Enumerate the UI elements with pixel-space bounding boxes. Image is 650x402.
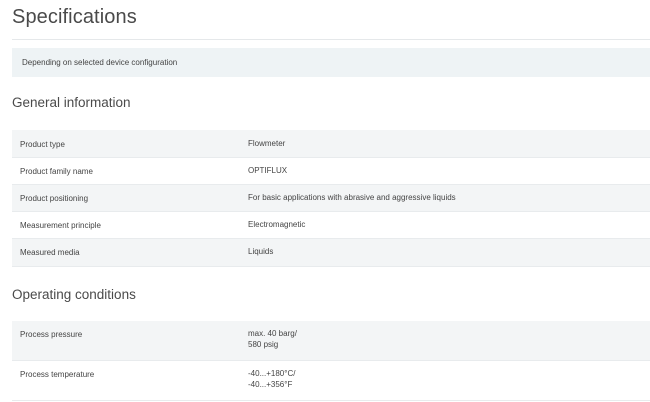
row-value: Flowmeter xyxy=(248,139,286,148)
table-row: Measured media Liquids xyxy=(12,239,650,267)
row-label: Product family name xyxy=(20,167,93,176)
general-information-table: Product type Flowmeter Product family na… xyxy=(12,130,650,267)
table-row: Process temperature -40...+180°C/ -40...… xyxy=(12,361,650,401)
row-label: Product type xyxy=(20,140,65,149)
section-title-operating-conditions: Operating conditions xyxy=(12,287,136,302)
configuration-note: Depending on selected device configurati… xyxy=(12,48,650,77)
row-label: Process pressure xyxy=(20,330,83,339)
operating-conditions-table: Process pressure max. 40 barg/ 580 psig … xyxy=(12,321,650,401)
row-label: Process temperature xyxy=(20,370,95,379)
row-value: Liquids xyxy=(248,247,274,256)
table-row: Product type Flowmeter xyxy=(12,130,650,158)
page-title: Specifications xyxy=(12,6,137,28)
table-row: Process pressure max. 40 barg/ 580 psig xyxy=(12,321,650,361)
row-label: Measurement principle xyxy=(20,221,101,230)
row-label: Measured media xyxy=(20,248,80,257)
title-divider xyxy=(12,39,650,40)
row-label: Product positioning xyxy=(20,194,89,203)
row-value: Electromagnetic xyxy=(248,220,306,229)
section-title-general-information: General information xyxy=(12,95,131,110)
row-value: OPTIFLUX xyxy=(248,166,288,175)
row-value: -40...+180°C/ -40...+356°F xyxy=(248,369,296,389)
row-value: For basic applications with abrasive and… xyxy=(248,193,456,202)
table-row: Product positioning For basic applicatio… xyxy=(12,185,650,212)
row-value: max. 40 barg/ 580 psig xyxy=(248,329,297,349)
table-row: Measurement principle Electromagnetic xyxy=(12,212,650,239)
table-row: Product family name OPTIFLUX xyxy=(12,158,650,185)
